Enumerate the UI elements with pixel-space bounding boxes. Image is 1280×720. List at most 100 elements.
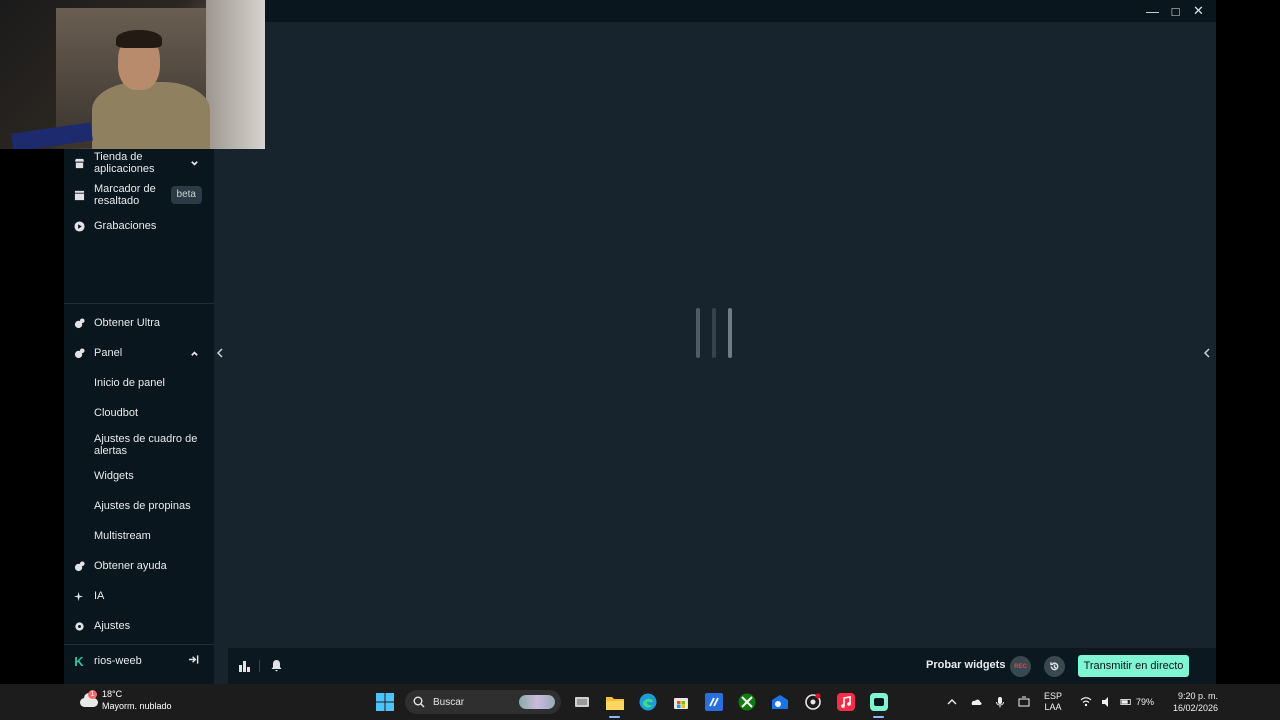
system-tray: ESP LAA 79% 9:20 p. m. 16/02/2026 <box>940 684 1218 720</box>
sidebar-item-multistream[interactable]: Multistream <box>64 528 214 544</box>
webcam-person-hair <box>116 30 162 48</box>
task-view-icon[interactable] <box>565 684 598 720</box>
sidebar-item-label: Ajustes de cuadro de alertas <box>94 432 198 458</box>
microsoft-store-icon[interactable] <box>664 684 697 720</box>
sidebar-item-ai[interactable]: IA <box>64 588 214 604</box>
loader-bar <box>696 308 700 358</box>
sidebar-item-label: Inicio de panel <box>94 376 165 389</box>
chevron-up-icon[interactable] <box>940 696 964 708</box>
active-indicator <box>609 716 620 718</box>
webcam-person-body <box>92 82 210 149</box>
expand-panel-chevron-left-icon[interactable] <box>1202 344 1212 362</box>
maximize-button[interactable]: □ <box>1164 0 1187 22</box>
gear-icon <box>64 621 94 632</box>
stats-chart-icon[interactable] <box>238 659 252 673</box>
logout-icon[interactable] <box>188 652 204 670</box>
footer-divider <box>259 660 260 672</box>
sidebar-item-panel[interactable]: Panel <box>64 345 214 361</box>
minimize-button[interactable]: — <box>1141 0 1164 22</box>
chevron-up-icon[interactable] <box>186 349 202 358</box>
vscode-icon[interactable] <box>697 684 730 720</box>
sidebar-item-label: Marcador de resaltado <box>94 182 156 208</box>
edge-browser-icon[interactable] <box>631 684 664 720</box>
sidebar-item-label: Panel <box>94 346 123 359</box>
weather-temp: 18°C <box>102 689 123 699</box>
sidebar-item-highlighter[interactable]: Marcador de resaltado beta <box>64 182 214 208</box>
username: rios-weeb <box>94 655 142 667</box>
language-indicator[interactable]: ESP LAA <box>1036 691 1070 713</box>
clock-date: 16/02/2026 <box>1172 703 1219 713</box>
test-widgets-button[interactable]: Probar widgets <box>926 659 1005 671</box>
sidebar-item-label: Ajustes <box>94 619 131 632</box>
close-button[interactable]: ✕ <box>1187 0 1210 22</box>
ultra-icon <box>64 317 94 329</box>
apple-music-icon[interactable] <box>829 684 862 720</box>
sidebar-item-dashboard-home[interactable]: Inicio de panel <box>64 375 214 391</box>
sidebar-item-settings[interactable]: Ajustes <box>64 618 214 634</box>
sidebar-item-tip-settings[interactable]: Ajustes de propinas <box>64 498 214 514</box>
sidebar-item-recordings[interactable]: Grabaciones <box>64 218 214 234</box>
loading-spinner <box>696 308 736 358</box>
sidebar-item-label: Tienda de aplicaciones <box>94 150 155 176</box>
streamlabs-taskbar-icon[interactable] <box>862 684 895 720</box>
sidebar-item-app-store[interactable]: Tienda de aplicaciones <box>64 150 214 176</box>
sidebar-item-alertbox-settings[interactable]: Ajustes de cuadro de alertas <box>64 432 214 458</box>
sparkle-icon <box>64 591 94 602</box>
sidebar-item-cloudbot[interactable]: Cloudbot <box>64 405 214 421</box>
battery-percent: 79% <box>1136 697 1155 707</box>
streamlabs-logo-icon: K <box>74 653 84 669</box>
window-controls: — □ ✕ <box>1141 0 1210 22</box>
sidebar-item-label: Ajustes de propinas <box>94 499 191 512</box>
windows-taskbar: 1 18°C Mayorm. nublado Buscar ESP LAA 79… <box>0 684 1280 720</box>
loader-bar <box>728 308 732 358</box>
sidebar-item-label: Obtener ayuda <box>94 559 167 572</box>
search-icon <box>413 696 425 708</box>
chevron-down-icon[interactable] <box>186 159 202 168</box>
footer-bar: Probar widgets REC Transmitir en directo <box>228 648 1216 684</box>
cloud-weather-icon: 1 <box>78 690 98 710</box>
weather-widget[interactable]: 1 18°C Mayorm. nublado <box>78 688 172 712</box>
collapse-sidebar-chevron-left-icon[interactable] <box>215 344 225 362</box>
sidebar-item-get-help[interactable]: Obtener ayuda <box>64 558 214 574</box>
wifi-icon[interactable] <box>1074 696 1098 708</box>
sidebar-item-widgets[interactable]: Widgets <box>64 468 214 484</box>
go-live-button[interactable]: Transmitir en directo <box>1078 655 1189 677</box>
record-button[interactable]: REC <box>1010 656 1031 677</box>
sidebar-divider <box>64 303 214 304</box>
weather-alert-badge: 1 <box>88 690 97 699</box>
sidebar-divider <box>64 644 214 645</box>
clock[interactable]: 9:20 p. m. 16/02/2026 <box>1160 690 1218 714</box>
screen-capture-icon[interactable] <box>1012 696 1036 708</box>
taskbar-apps: Buscar <box>368 684 895 720</box>
volume-icon[interactable] <box>1098 696 1116 708</box>
battery-icon[interactable] <box>1116 696 1136 708</box>
sidebar-item-label: Cloudbot <box>94 406 139 419</box>
play-circle-icon <box>64 220 94 232</box>
clock-time: 9:20 p. m. <box>1177 691 1219 701</box>
start-button[interactable] <box>368 684 401 720</box>
loader-bar <box>712 308 716 358</box>
clapperboard-icon <box>64 190 94 201</box>
keyboard-layout: LAA <box>1044 702 1062 712</box>
windows-logo-icon <box>375 693 394 711</box>
active-indicator <box>873 716 884 718</box>
file-explorer-icon[interactable] <box>598 684 631 720</box>
onedrive-cloud-icon[interactable] <box>964 696 988 708</box>
outlook-icon[interactable] <box>763 684 796 720</box>
panel-icon <box>64 347 94 359</box>
chatgpt-icon[interactable] <box>796 684 829 720</box>
taskbar-search[interactable]: Buscar <box>405 690 561 714</box>
replay-buffer-button[interactable] <box>1044 656 1065 677</box>
search-placeholder: Buscar <box>433 696 465 708</box>
sidebar-item-label: Obtener Ultra <box>94 316 161 329</box>
webcam-overlay <box>0 0 265 149</box>
microphone-icon[interactable] <box>988 696 1012 708</box>
beta-badge: beta <box>170 185 202 205</box>
sidebar-item-get-ultra[interactable]: Obtener Ultra <box>64 315 214 331</box>
search-highlight-image <box>519 695 555 709</box>
user-account[interactable]: K rios-weeb <box>64 646 214 676</box>
bell-icon[interactable] <box>270 659 284 673</box>
weather-desc: Mayorm. nublado <box>102 701 172 711</box>
xbox-icon[interactable] <box>730 684 763 720</box>
sidebar-item-label: Grabaciones <box>94 219 157 232</box>
